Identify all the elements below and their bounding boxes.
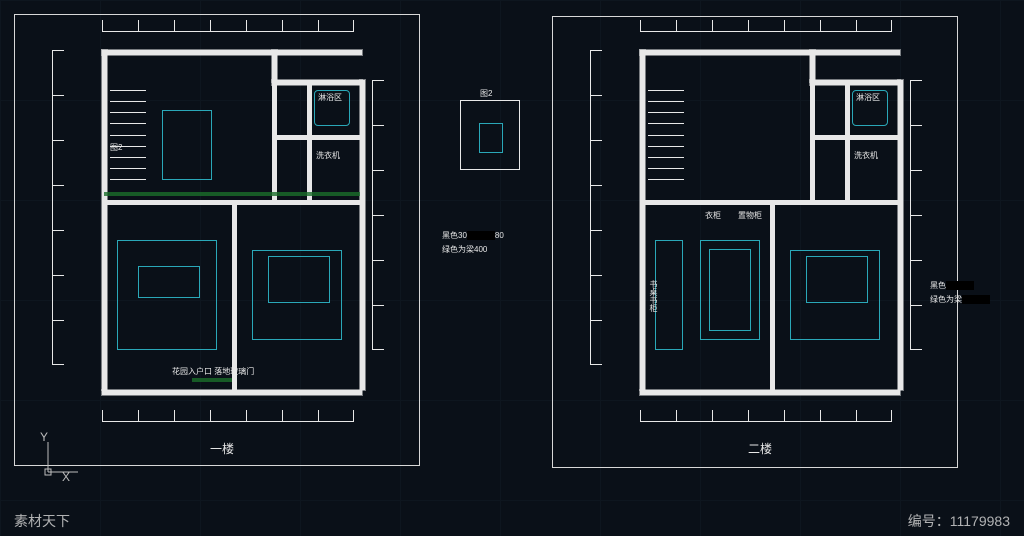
room-label-cabinet1: 衣柜: [705, 210, 721, 221]
floorplan-1[interactable]: 淋浴区 洗衣机 花园入户口 落地玻璃门 图2 一楼: [72, 50, 372, 400]
ucs-x-label: X: [62, 470, 70, 484]
wall: [272, 80, 362, 85]
room-label-laundry: 洗衣机: [316, 150, 340, 161]
legend-line3: 黑色: [930, 280, 974, 291]
room-label-bathroom: 淋浴区: [856, 92, 880, 103]
dimension-row: [590, 50, 602, 365]
wall: [770, 200, 775, 390]
sofa-set-icon: [117, 240, 217, 350]
wall: [640, 390, 900, 395]
redact-block: [962, 295, 990, 304]
room-label-cabinet2: 置物柜: [738, 210, 762, 221]
watermark-bar: 素材天下 编号：11179983: [0, 506, 1024, 536]
floor-title-1: 一楼: [72, 440, 372, 457]
legend-line2: 绿色为梁400: [442, 244, 487, 255]
wall: [272, 50, 277, 82]
dimension-row: [910, 80, 922, 350]
dining-table-icon: [162, 110, 212, 180]
rug-icon: [700, 240, 760, 340]
wall: [640, 50, 900, 55]
room-label-desk: 书桌书柜: [648, 280, 659, 312]
wall: [102, 50, 107, 390]
wall: [845, 80, 850, 200]
wall: [102, 200, 360, 205]
cad-canvas[interactable]: 淋浴区 洗衣机 花园入户口 落地玻璃门 图2 一楼 图2 黑色3080 绿色为梁…: [0, 0, 1024, 536]
dimension-row: [372, 80, 384, 350]
wall: [898, 80, 903, 390]
stairs-icon: [110, 90, 146, 180]
watermark-right: 编号：11179983: [908, 511, 1010, 531]
floorplan-2[interactable]: 淋浴区 洗衣机 书桌书柜 衣柜 置物柜 二楼: [610, 50, 910, 400]
ucs-y-label: Y: [40, 430, 48, 444]
wall: [640, 200, 898, 205]
wall: [360, 80, 365, 390]
room-label-bathroom: 淋浴区: [318, 92, 342, 103]
beam: [192, 378, 232, 382]
wall: [810, 80, 900, 85]
wall: [102, 390, 362, 395]
wall: [102, 50, 362, 55]
entry-note: 花园入户口 落地玻璃门: [172, 368, 254, 377]
wall: [272, 135, 360, 140]
room-label-laundry: 洗衣机: [854, 150, 878, 161]
dimension-row: [102, 20, 354, 32]
dimension-row: [640, 20, 892, 32]
stairs-icon: [648, 90, 684, 180]
redact-block: [946, 281, 974, 290]
detail-title: 图2: [480, 88, 492, 99]
dimension-row: [102, 410, 354, 422]
detail-view[interactable]: [460, 100, 520, 170]
wall: [640, 50, 645, 390]
ucs-icon: X Y: [40, 440, 80, 483]
wall: [810, 80, 815, 200]
dimension-row: [640, 410, 892, 422]
wall: [307, 80, 312, 200]
marker-label: 图2: [110, 142, 122, 153]
floor-title-2: 二楼: [610, 440, 910, 457]
desk-icon: [655, 240, 683, 350]
watermark-left: 素材天下: [14, 511, 70, 531]
redact-block: [467, 231, 495, 240]
wall: [810, 50, 815, 82]
dimension-row: [52, 50, 64, 365]
legend-line1: 黑色3080: [442, 230, 504, 241]
beam: [104, 192, 360, 196]
bed-icon: [790, 250, 880, 340]
legend-line4: 绿色为梁: [930, 294, 990, 305]
bed-icon: [252, 250, 342, 340]
wall: [232, 200, 237, 390]
detail-furniture-icon: [479, 123, 503, 153]
wall: [272, 80, 277, 200]
wall: [810, 135, 898, 140]
